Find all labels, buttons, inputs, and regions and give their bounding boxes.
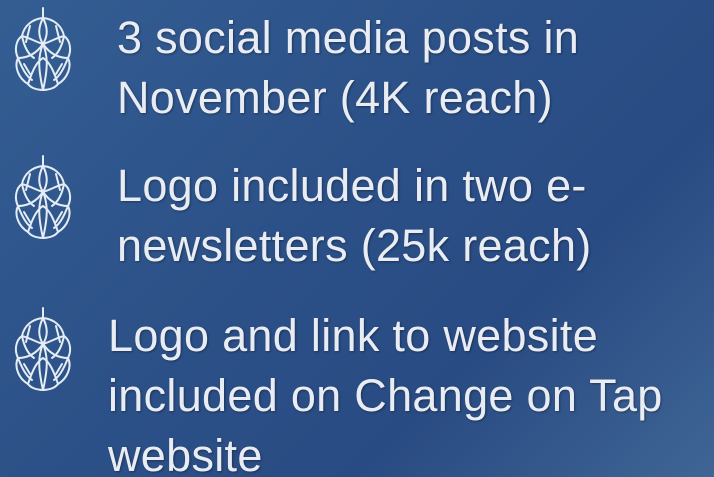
hop-cone-icon	[10, 6, 76, 96]
bullet-text: Logo included in two e- newsletters (25k…	[117, 160, 592, 271]
bullet-text: Logo and link to website included on Cha…	[108, 310, 663, 477]
hop-cone-icon	[10, 154, 76, 244]
slide: 3 social media posts in November (4K rea…	[0, 0, 714, 477]
bullet-text: 3 social media posts in November (4K rea…	[117, 12, 580, 123]
hop-cone-icon	[10, 306, 76, 396]
